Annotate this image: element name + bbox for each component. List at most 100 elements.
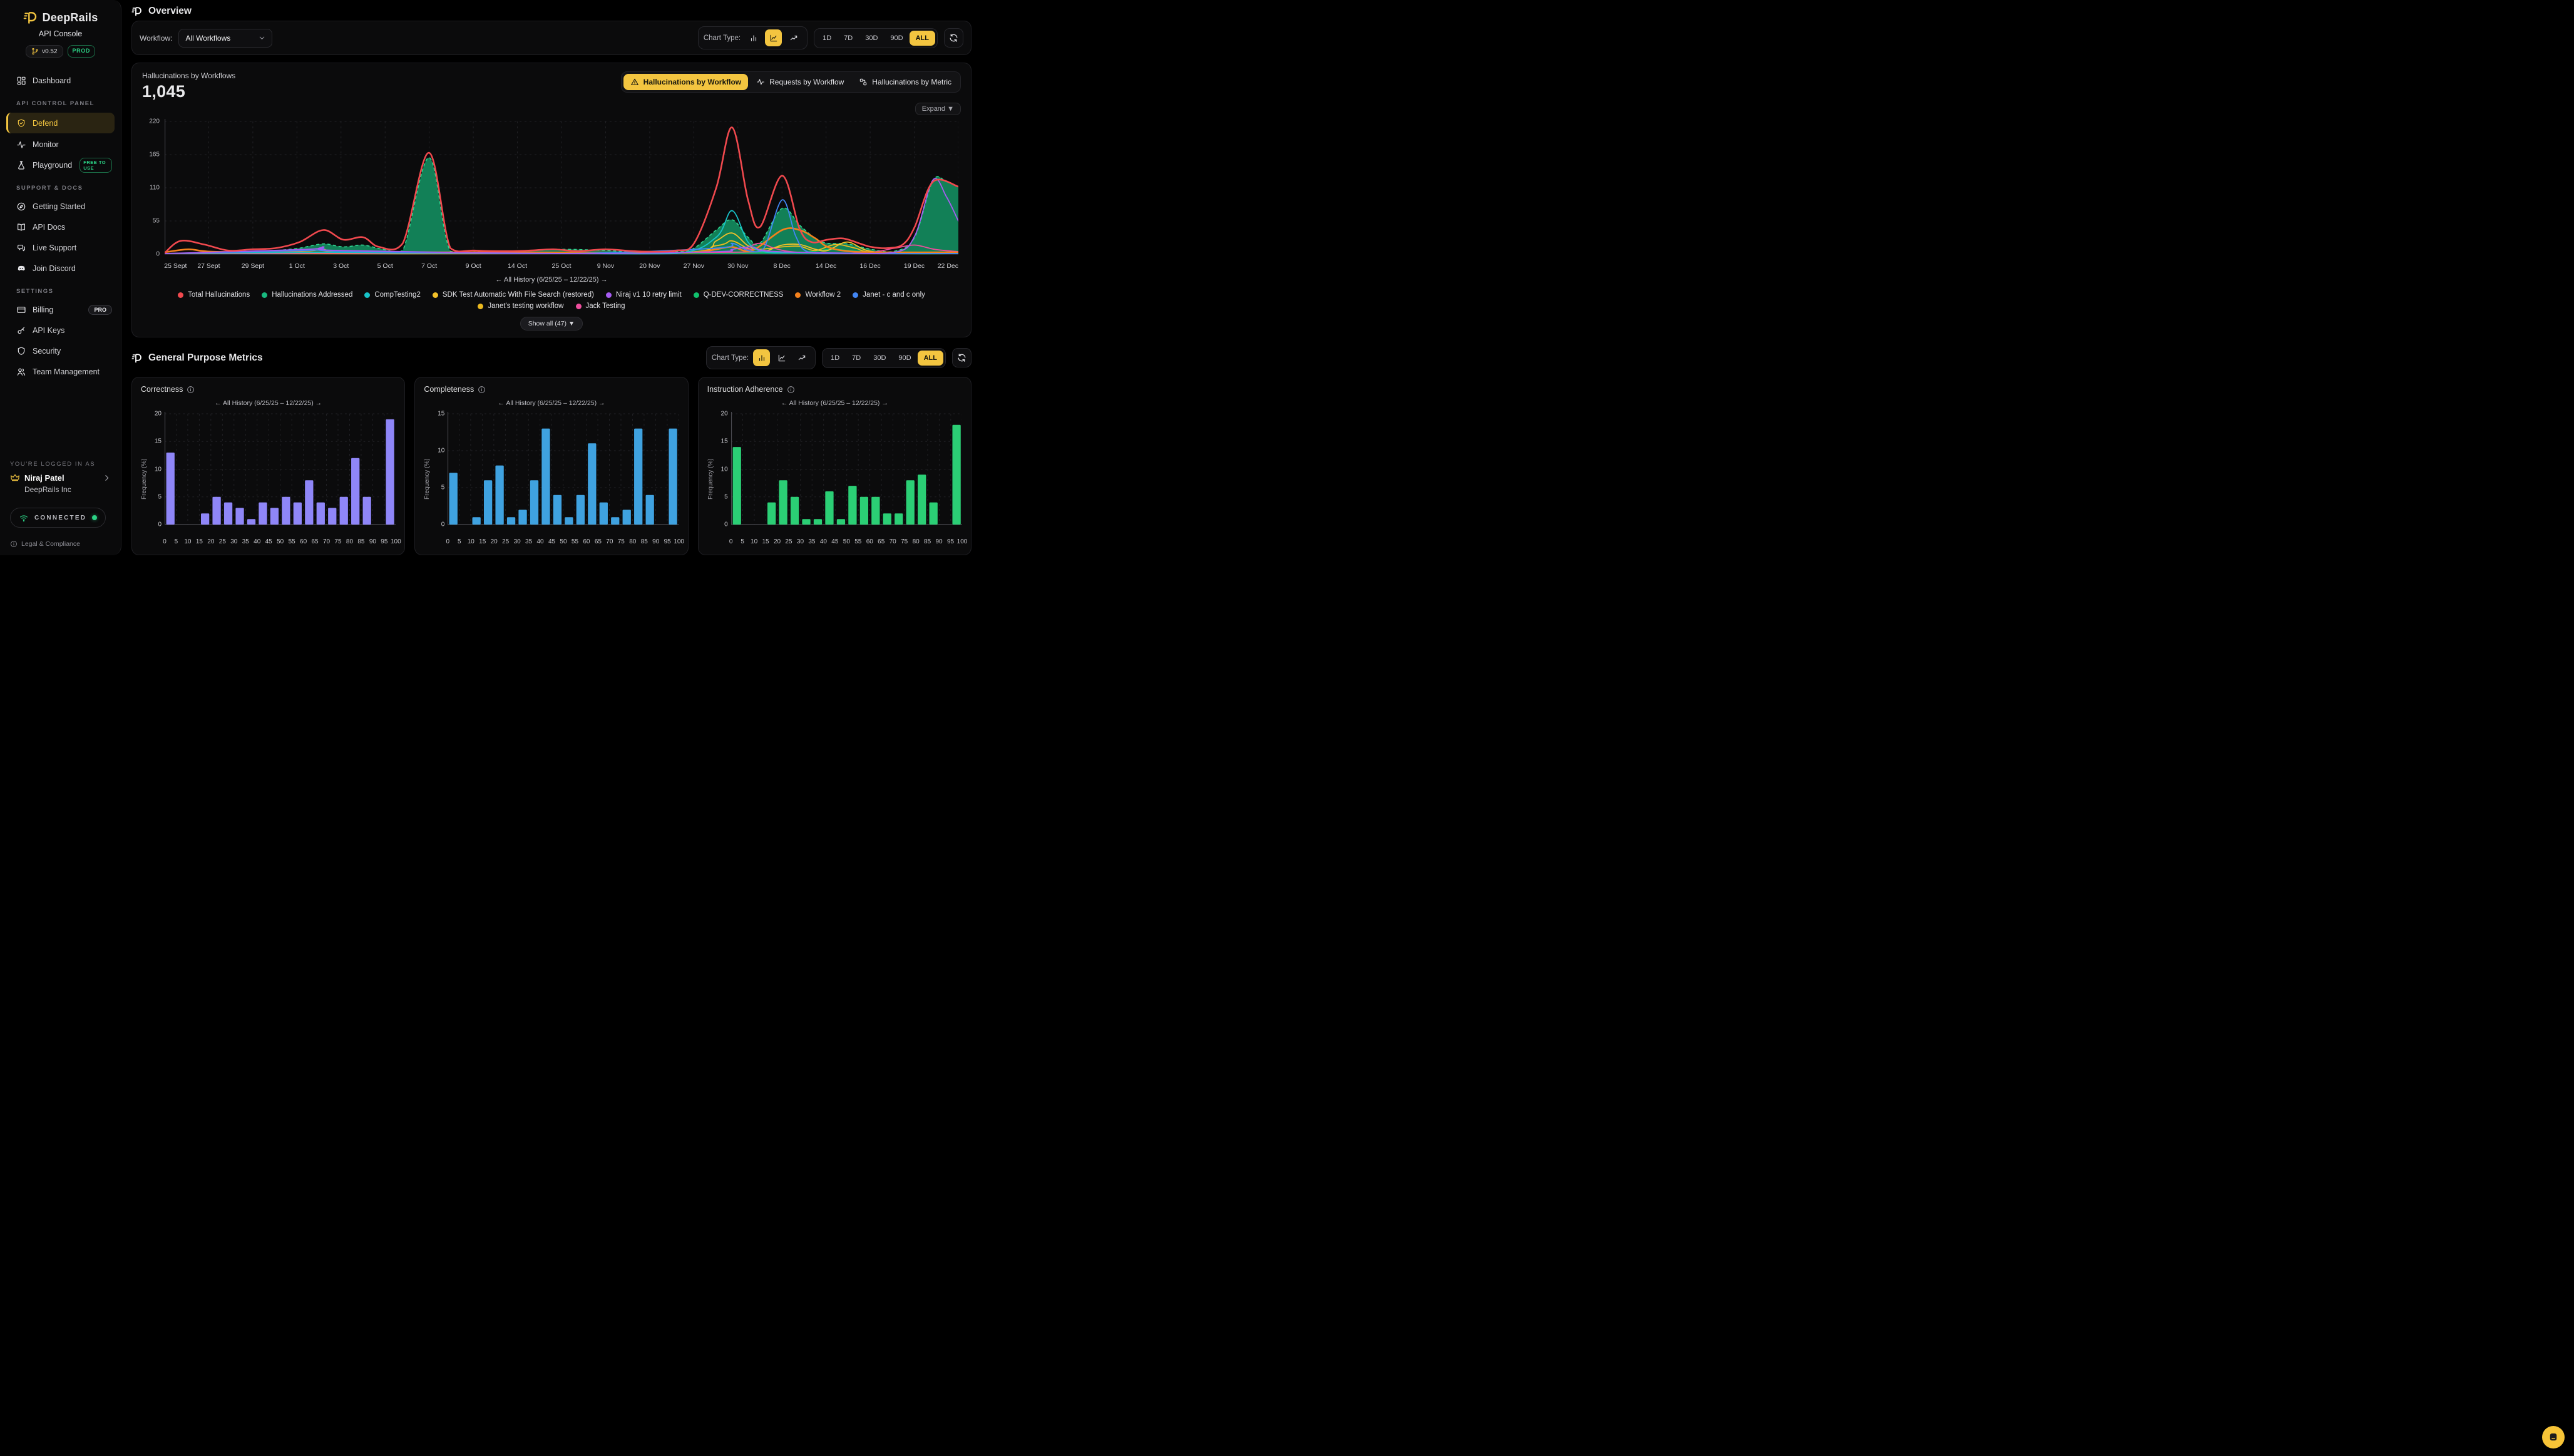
range-1d-button[interactable]: 1D (824, 351, 846, 366)
refresh-button[interactable] (952, 348, 972, 367)
x-tick: 90 (369, 538, 376, 545)
range-7d-button[interactable]: 7D (838, 31, 859, 46)
deeprails-logo-icon (131, 6, 143, 17)
user-name: Niraj Patel (24, 473, 64, 483)
hallucinations-chart-svg[interactable] (165, 118, 958, 259)
sidebar-item-billing[interactable]: Billing PRO (0, 300, 121, 319)
sidebar-item-team-management[interactable]: Team Management (0, 362, 121, 381)
brand-name: DeepRails (43, 11, 98, 24)
hallucinations-card: Hallucinations by Workflows 1,045 Halluc… (131, 63, 972, 337)
x-tick: 10 (751, 538, 757, 545)
legend-item[interactable]: Janet - c and c only (853, 291, 925, 299)
range-7d-button[interactable]: 7D (846, 351, 867, 366)
sidebar-item-label: Security (33, 347, 61, 356)
chat-widget-button[interactable] (2542, 1426, 2565, 1448)
x-tick: 0 (446, 538, 450, 545)
chart-type-trend-button[interactable] (785, 29, 802, 46)
y-tick: 220 (142, 118, 160, 125)
chart-type-trend-button[interactable] (793, 349, 810, 366)
legend-item[interactable]: Niraj v1 10 retry limit (606, 291, 682, 299)
range-all-button[interactable]: ALL (918, 351, 943, 366)
sidebar-item-playground[interactable]: Playground FREE TO USE (0, 156, 121, 175)
sidebar-item-join-discord[interactable]: Join Discord (0, 259, 121, 278)
range-1d-button[interactable]: 1D (816, 31, 838, 46)
x-tick: 15 (479, 538, 486, 545)
legend: Total Hallucinations Hallucinations Addre… (142, 291, 961, 310)
range-90d-button[interactable]: 90D (892, 351, 917, 366)
main-content: Overview Workflow: All Workflows Chart T… (121, 0, 982, 555)
legend-item[interactable]: CompTesting2 (364, 291, 421, 299)
legal-compliance-link[interactable]: Legal & Compliance (10, 540, 111, 548)
x-tick: 30 (797, 538, 804, 545)
wifi-icon (19, 513, 29, 523)
chart-type-bar-button[interactable] (753, 349, 770, 366)
x-tick: 90 (652, 538, 659, 545)
legend-item[interactable]: Jack Testing (576, 302, 625, 310)
x-tick: 10 (184, 538, 191, 545)
sidebar-item-live-support[interactable]: Live Support (0, 238, 121, 257)
correctness-histogram[interactable] (165, 411, 396, 536)
legend-item[interactable]: Total Hallucinations (178, 291, 250, 299)
legend-item[interactable]: SDK Test Automatic With File Search (res… (433, 291, 594, 299)
section-settings: SETTINGS (16, 288, 121, 295)
chart-type-group: Chart Type: (698, 26, 808, 49)
metrics-row: Correctness ← All History (6/25/25 – 12/… (131, 377, 972, 555)
x-tick: 65 (312, 538, 319, 545)
completeness-histogram[interactable] (448, 411, 679, 536)
x-tick: 5 (175, 538, 178, 545)
x-tick: 75 (618, 538, 625, 545)
info-icon[interactable] (187, 386, 195, 394)
legend-item[interactable]: Q-DEV-CORRECTNESS (694, 291, 784, 299)
x-tick: 85 (641, 538, 648, 545)
user-row[interactable]: Niraj Patel (10, 473, 111, 483)
instruction-adherence-histogram[interactable] (731, 411, 962, 536)
info-icon[interactable] (787, 386, 795, 394)
expand-button[interactable]: Expand ▼ (915, 103, 961, 115)
tab-label: Requests by Workflow (769, 78, 844, 86)
legend-item[interactable]: Workflow 2 (795, 291, 841, 299)
chart-type-line-button[interactable] (773, 349, 790, 366)
activity-icon (16, 140, 26, 150)
range-all-button[interactable]: ALL (910, 31, 935, 46)
tab-hallucinations-by-workflow[interactable]: Hallucinations by Workflow (623, 74, 748, 90)
range-30d-button[interactable]: 30D (867, 351, 892, 366)
chat-icon (2548, 1432, 2559, 1443)
x-tick: 5 Oct (377, 262, 393, 270)
tab-hallucinations-by-metric[interactable]: Hallucinations by Metric (852, 74, 958, 90)
time-range-group-2: 1D 7D 30D 90D ALL (822, 348, 946, 368)
sidebar-item-label: Getting Started (33, 202, 85, 211)
chevron-right-icon[interactable] (103, 474, 111, 482)
sidebar-item-getting-started[interactable]: Getting Started (0, 197, 121, 216)
crown-icon (10, 473, 20, 483)
x-tick: 25 (785, 538, 792, 545)
show-all-button[interactable]: Show all (47) ▼ (520, 317, 583, 331)
org-name: DeepRails Inc (24, 485, 111, 494)
y-tick: 10 (155, 466, 162, 473)
x-axis-labels: 0510152025303540455055606570758085909510… (731, 538, 962, 547)
sidebar-item-label: Join Discord (33, 264, 76, 273)
sidebar-item-dashboard[interactable]: Dashboard (0, 71, 121, 90)
warning-triangle-icon (630, 78, 639, 86)
sidebar-item-api-keys[interactable]: API Keys (0, 321, 121, 340)
tab-requests-by-workflow[interactable]: Requests by Workflow (749, 74, 851, 90)
legend-item[interactable]: Janet's testing workflow (478, 302, 563, 310)
x-tick: 20 (207, 538, 214, 545)
x-tick: 30 Nov (727, 262, 748, 270)
info-icon[interactable] (478, 386, 486, 394)
sidebar-item-security[interactable]: Security (0, 342, 121, 361)
refresh-button[interactable] (944, 28, 963, 48)
legend-item[interactable]: Hallucinations Addressed (262, 291, 352, 299)
x-tick: 30 (514, 538, 521, 545)
y-tick: 15 (721, 438, 728, 445)
x-tick: 70 (890, 538, 896, 545)
x-axis-labels: 25 Sept27 Sept29 Sept1 Oct3 Oct5 Oct7 Oc… (165, 262, 958, 272)
chart-type-line-button[interactable] (765, 29, 782, 46)
chart-type-bar-button[interactable] (745, 29, 762, 46)
range-30d-button[interactable]: 30D (859, 31, 884, 46)
range-90d-button[interactable]: 90D (884, 31, 909, 46)
sidebar-item-api-docs[interactable]: API Docs (0, 218, 121, 237)
sidebar-item-monitor[interactable]: Monitor (0, 135, 121, 154)
y-axis-labels: 05101520 (717, 411, 731, 547)
workflow-select[interactable]: All Workflows (178, 29, 272, 48)
sidebar-item-defend[interactable]: Defend (6, 113, 115, 133)
